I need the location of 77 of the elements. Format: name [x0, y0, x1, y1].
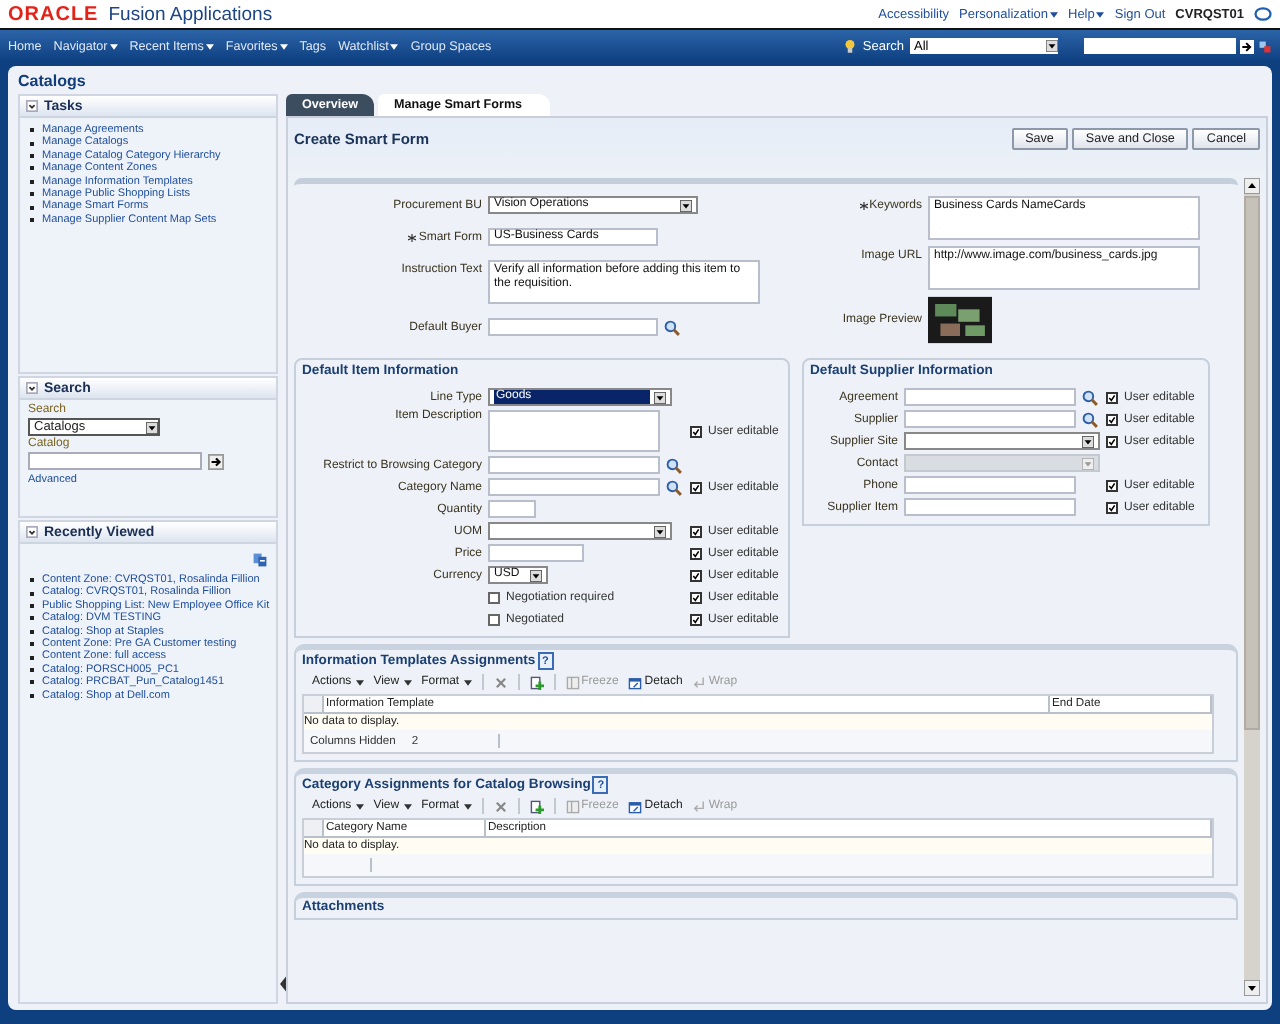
- add-row-icon[interactable]: [529, 799, 544, 813]
- input-field[interactable]: [904, 498, 1076, 516]
- scroll-up-icon[interactable]: [1244, 178, 1260, 194]
- product-name: Fusion Applications: [108, 3, 273, 25]
- checkbox[interactable]: [690, 481, 702, 493]
- page-title: Catalogs: [16, 70, 88, 94]
- delete-icon[interactable]: [493, 799, 508, 813]
- required-icon: [408, 233, 417, 241]
- caret-icon: [355, 679, 364, 685]
- go-arrow-icon[interactable]: [208, 453, 224, 469]
- window-icon: [628, 675, 643, 689]
- search-icon[interactable]: [1082, 411, 1098, 427]
- input-field[interactable]: [488, 318, 658, 336]
- search-icon[interactable]: [664, 319, 680, 335]
- window-icon: [628, 799, 643, 813]
- dropdown-field[interactable]: [488, 522, 672, 540]
- caret-icon: [403, 679, 412, 685]
- input-field[interactable]: [488, 544, 584, 562]
- checkbox[interactable]: [1106, 479, 1118, 491]
- checkbox[interactable]: [488, 613, 500, 625]
- go-arrow-icon[interactable]: [1240, 39, 1254, 53]
- caret-icon: [463, 679, 472, 685]
- delete-icon[interactable]: [493, 675, 508, 689]
- caret-icon: [1050, 11, 1058, 17]
- columns-icon: [565, 675, 580, 689]
- input-field[interactable]: [904, 410, 1076, 428]
- checkbox[interactable]: [690, 547, 702, 559]
- dropdown-field[interactable]: [904, 432, 1100, 450]
- caret-icon: [1096, 11, 1105, 17]
- add-row-icon[interactable]: [529, 675, 544, 689]
- caret-icon: [463, 803, 472, 809]
- dropdown-arrow-icon: [680, 199, 692, 211]
- scrollbar[interactable]: [1244, 178, 1260, 996]
- checkbox[interactable]: [1106, 435, 1118, 447]
- lightbulb-icon[interactable]: [844, 38, 857, 54]
- input-field[interactable]: [488, 456, 660, 474]
- input-field[interactable]: [904, 476, 1076, 494]
- caret-icon: [390, 43, 399, 49]
- wrap-icon: [692, 675, 707, 689]
- checkbox[interactable]: [1106, 391, 1118, 403]
- caret-icon: [279, 43, 288, 49]
- columns-icon: [565, 799, 580, 813]
- checkbox[interactable]: [690, 425, 702, 437]
- caret-icon: [403, 803, 412, 809]
- required-icon: [859, 201, 868, 209]
- search-icon[interactable]: [1082, 389, 1098, 405]
- scroll-down-icon[interactable]: [1244, 980, 1260, 996]
- checkbox[interactable]: [690, 525, 702, 537]
- checkbox[interactable]: [1106, 413, 1118, 425]
- catalog-field[interactable]: [28, 452, 202, 470]
- search-icon[interactable]: [666, 457, 682, 473]
- checkbox[interactable]: [690, 591, 702, 603]
- dropdown-arrow-icon: [146, 421, 158, 433]
- collapse-icon[interactable]: [26, 100, 38, 112]
- dropdown-arrow-icon: [1046, 40, 1058, 52]
- search-icon[interactable]: [666, 479, 682, 495]
- checkbox[interactable]: [690, 569, 702, 581]
- input-field[interactable]: [904, 388, 1076, 406]
- collapse-icon[interactable]: [26, 526, 38, 538]
- checkbox[interactable]: [690, 613, 702, 625]
- wrap-icon: [692, 799, 707, 813]
- search-field[interactable]: [1084, 38, 1236, 54]
- checkbox[interactable]: [488, 591, 500, 603]
- input-field[interactable]: [488, 500, 536, 518]
- caret-icon: [109, 43, 118, 49]
- dropdown-arrow-icon: [1082, 435, 1094, 447]
- checkbox[interactable]: [1106, 501, 1118, 513]
- collapse-icon[interactable]: [26, 382, 38, 394]
- caret-icon: [205, 43, 214, 49]
- photo-placeholder: [928, 296, 992, 344]
- dropdown-arrow-icon: [654, 525, 666, 537]
- dropdown-arrow-icon: [1082, 457, 1094, 469]
- brand-logo: ORACLE: [8, 3, 99, 25]
- caret-icon: [355, 803, 364, 809]
- dropdown-arrow-icon: [654, 391, 666, 403]
- input-field[interactable]: [488, 478, 660, 496]
- dropdown-arrow-icon: [530, 569, 542, 581]
